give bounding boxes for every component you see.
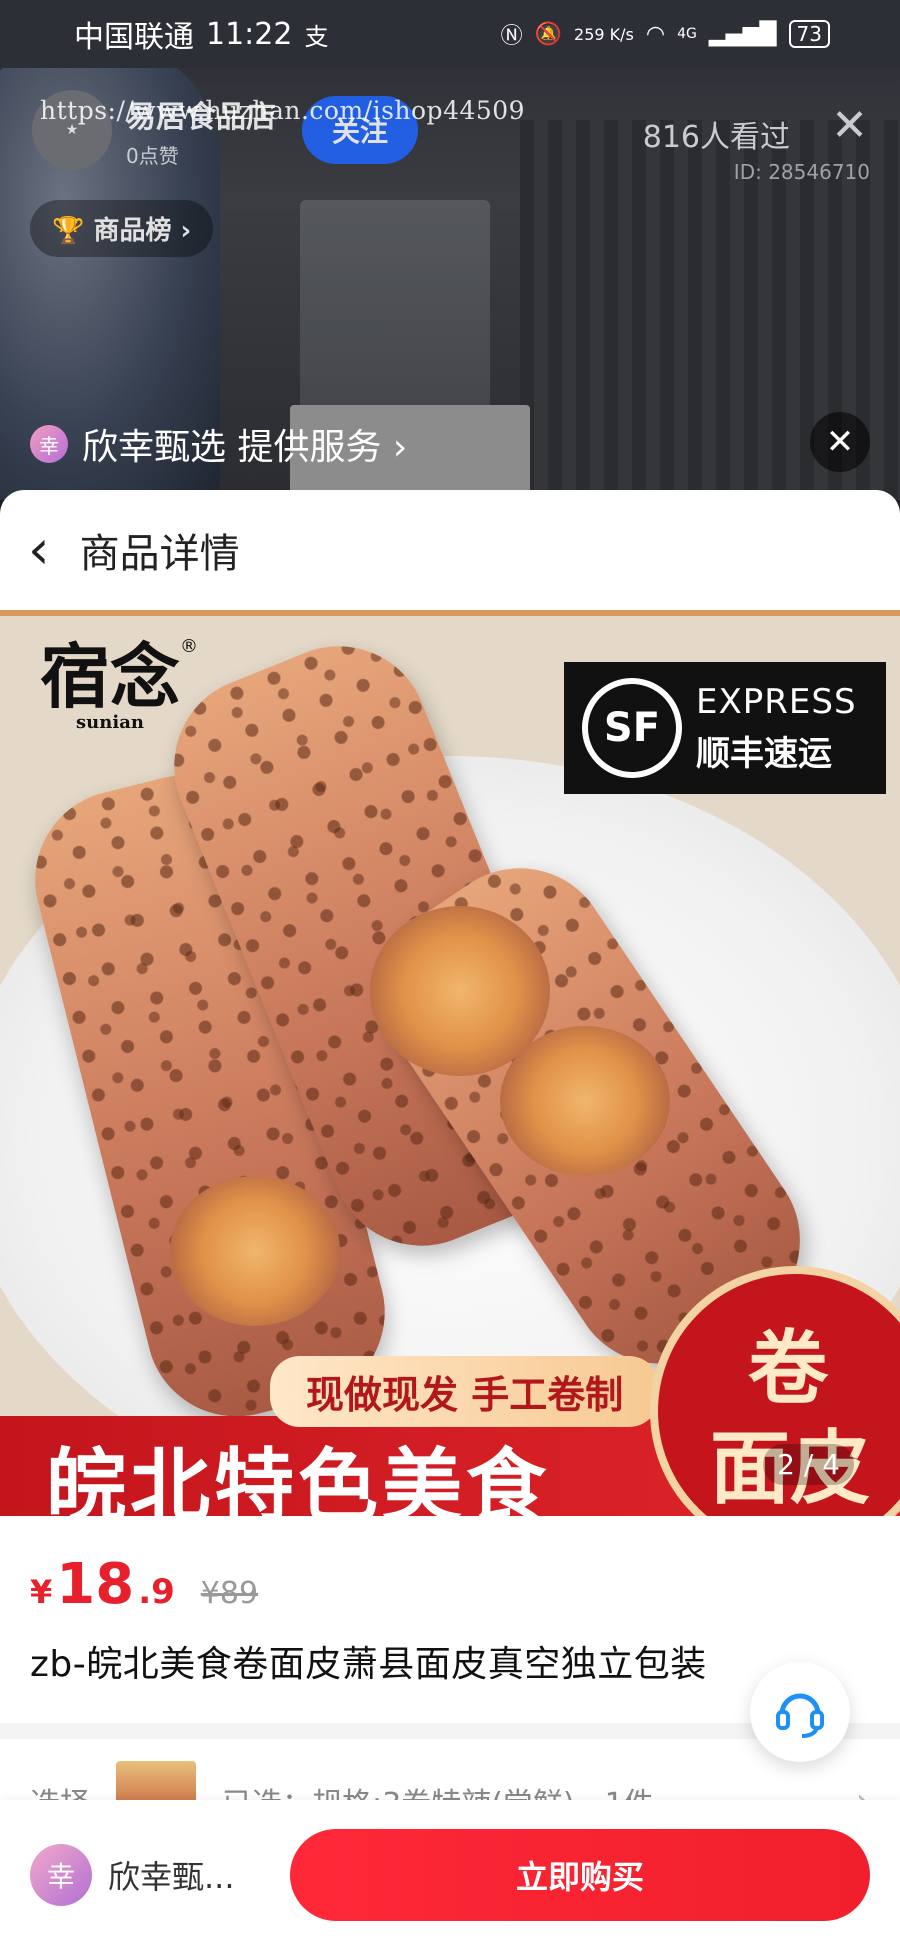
product-image-carousel[interactable]: 宿念 sunian ® SF EXPRESS 顺丰速运 现做现发 手工卷制 皖北…: [0, 610, 900, 1516]
price-decimal: .9: [138, 1572, 175, 1612]
alipay-icon: 支: [304, 22, 329, 51]
sheet-header: ‹ 商品详情: [0, 490, 900, 610]
battery-icon: 73: [788, 20, 830, 48]
shop-badge-icon: 幸: [30, 1844, 92, 1906]
customer-service-button[interactable]: [750, 1662, 850, 1762]
sf-logo-icon: SF: [582, 678, 682, 778]
original-price: ¥89: [200, 1576, 259, 1611]
price-row: ¥ 18 .9 ¥89: [0, 1516, 900, 1627]
bottom-action-bar: 幸 欣幸甄... 立即购买: [0, 1800, 900, 1950]
buy-now-button[interactable]: 立即购买: [290, 1829, 870, 1921]
shop-entry[interactable]: 幸 欣幸甄...: [30, 1844, 270, 1906]
back-arrow-icon[interactable]: ‹: [28, 523, 50, 577]
ranking-label: 商品榜 ›: [93, 216, 192, 246]
roll-filling: [170, 1176, 340, 1326]
registered-mark: ®: [180, 636, 198, 657]
signal-icon: ▂▄▆█: [708, 21, 777, 47]
price-currency: ¥: [30, 1573, 53, 1611]
viewer-count: 816人看过: [642, 120, 790, 155]
brand-name-cn: 宿念: [40, 635, 180, 718]
price-integer: 18: [56, 1552, 135, 1617]
url-watermark: https://www.huzhan.com/ishop44509: [40, 96, 526, 125]
status-bar: 中国联通 11:22 支 Ⓝ 🔕 259 K/s ◠ 4G ▂▄▆█ 73: [0, 0, 900, 68]
sf-express-cn: 顺丰速运: [696, 733, 832, 774]
product-ranking-button[interactable]: 🏆 商品榜 ›: [30, 200, 214, 257]
tagline: 现做现发 手工卷制: [270, 1356, 660, 1427]
wifi-icon: ◠: [645, 21, 666, 47]
trophy-icon: 🏆: [52, 216, 85, 246]
signal-generation: 4G: [677, 26, 697, 42]
brand-logo: 宿念 sunian ®: [30, 635, 198, 742]
headset-icon: [776, 1693, 824, 1738]
close-service-icon[interactable]: ✕: [810, 412, 870, 472]
mute-icon: 🔕: [534, 21, 563, 47]
close-live-icon[interactable]: ✕: [831, 100, 868, 151]
service-text: 欣幸甄选 提供服务 ›: [82, 427, 408, 468]
room-id: ID: 28546710: [733, 160, 870, 184]
nfc-icon: Ⓝ: [500, 24, 523, 49]
roll-filling: [500, 1026, 670, 1176]
sf-express-en: EXPRESS: [696, 681, 857, 722]
image-page-indicator: 2 / 4: [763, 1444, 854, 1485]
network-speed: 259 K/s: [574, 24, 634, 44]
shop-likes: 0点赞: [126, 143, 179, 168]
seal-line-1: 卷: [748, 1321, 828, 1415]
carrier-label: 中国联通: [74, 20, 194, 55]
service-badge-icon: 幸: [30, 425, 68, 463]
shop-entry-name: 欣幸甄...: [108, 1858, 235, 1896]
banner-text: 皖北特色美食: [46, 1439, 550, 1516]
service-provider-row[interactable]: 幸 欣幸甄选 提供服务 ›: [30, 418, 407, 470]
sf-express-badge: SF EXPRESS 顺丰速运: [564, 662, 886, 794]
clock: 11:22: [206, 16, 293, 52]
sheet-title: 商品详情: [79, 531, 240, 577]
